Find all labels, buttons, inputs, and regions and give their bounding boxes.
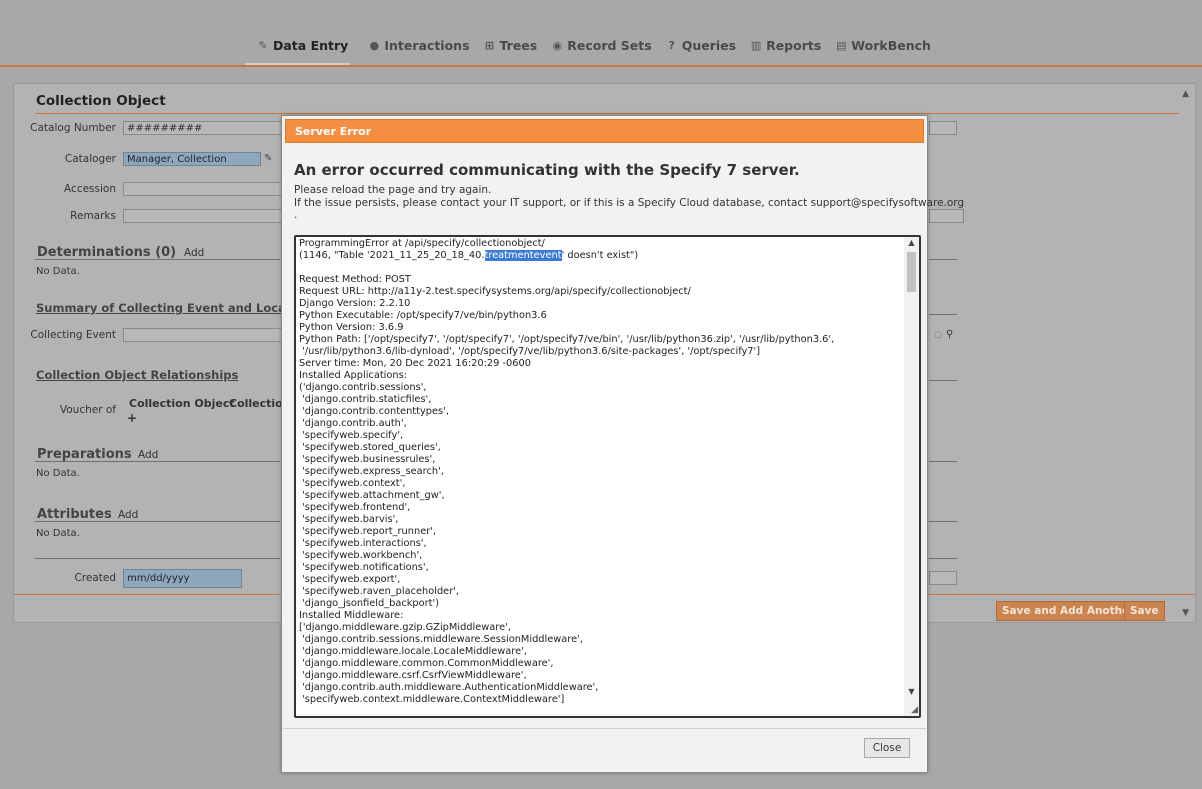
tab-label: Queries <box>681 38 737 53</box>
form-title: Collection Object <box>36 93 166 109</box>
determinations-add-link[interactable]: Add <box>184 247 204 259</box>
remarks-right-field[interactable] <box>929 209 964 223</box>
scrollbar-thumb[interactable] <box>907 252 916 292</box>
voucher-col-collection-object: Collection Object <box>129 397 235 410</box>
close-button[interactable]: Close <box>864 738 910 758</box>
preparations-add-link[interactable]: Add <box>138 449 158 461</box>
created-right-field[interactable] <box>929 571 957 585</box>
save-and-add-another-button[interactable]: Save and Add Another <box>996 601 1141 621</box>
chat-icon: ● <box>369 39 380 52</box>
error-message-line1: Please reload the page and try again. <box>294 184 492 196</box>
scroll-up-arrow-icon[interactable]: ▲ <box>904 238 919 247</box>
attributes-rule <box>35 521 280 522</box>
error-message-line2: If the issue persists, please contact yo… <box>294 197 965 209</box>
book-icon: ▥ <box>750 39 762 52</box>
tab-record-sets[interactable]: ◉ Record Sets <box>544 37 658 54</box>
scroll-down-arrow-icon[interactable]: ▼ <box>904 687 919 696</box>
attributes-add-link[interactable]: Add <box>118 509 138 521</box>
determinations-rule-right <box>929 259 957 260</box>
dialog-title: Server Error <box>285 119 924 143</box>
edit-icon[interactable]: ✎ <box>264 153 272 164</box>
collecting-event-label: Collecting Event <box>30 329 116 341</box>
relationships-rule-right <box>929 380 957 381</box>
summary-heading[interactable]: Summary of Collecting Event and Local <box>36 301 290 315</box>
preparations-no-data: No Data. <box>36 468 80 479</box>
tab-label: Record Sets <box>567 38 652 53</box>
pencil-icon: ✎ <box>258 39 268 52</box>
server-error-dialog: Server Error An error occurred communica… <box>281 115 964 773</box>
voucher-label: Voucher of <box>59 404 116 416</box>
scroll-up-icon[interactable]: ▲ <box>1182 89 1189 99</box>
attributes-rule-right <box>929 521 957 522</box>
preparations-rule-right <box>929 461 957 462</box>
attributes-heading: Attributes <box>37 507 112 522</box>
tab-label: WorkBench <box>851 38 931 53</box>
tab-trees[interactable]: ⊞ Trees <box>477 37 545 54</box>
voucher-add-icon[interactable]: + <box>127 411 137 425</box>
tab-label: Trees <box>499 38 538 53</box>
error-message-line3: . <box>294 209 298 221</box>
tab-data-entry[interactable]: ✎ Data Entry <box>250 37 355 54</box>
search-icon[interactable]: ⚲ <box>946 329 953 340</box>
attributes-bottom-rule <box>35 558 280 559</box>
relationships-heading[interactable]: Collection Object Relationships <box>36 368 238 382</box>
save-button[interactable]: Save <box>1124 601 1165 621</box>
error-details-textarea[interactable]: ProgrammingError at /api/specify/collect… <box>294 235 921 718</box>
determinations-no-data: No Data. <box>36 266 80 277</box>
tab-queries[interactable]: ? Queries <box>659 37 743 54</box>
accession-label: Accession <box>64 183 116 195</box>
workbench-icon: ▤ <box>836 39 847 52</box>
created-date-field[interactable]: mm/dd/yyyy <box>123 569 242 588</box>
resize-handle-icon[interactable]: ◢ <box>911 705 918 715</box>
tab-workbench[interactable]: ▤ WorkBench <box>828 37 938 54</box>
remarks-label: Remarks <box>70 210 116 222</box>
top-navigation: ✎ Data Entry ● Interactions ⊞ Trees ◉ Re… <box>0 0 1202 68</box>
catalog-number-label: Catalog Number <box>30 122 116 134</box>
nav-tabs: ✎ Data Entry ● Interactions ⊞ Trees ◉ Re… <box>250 37 938 54</box>
created-label: Created <box>74 572 116 584</box>
nav-divider <box>0 65 1202 67</box>
title-divider <box>35 113 1179 114</box>
error-details-text: ProgrammingError at /api/specify/collect… <box>299 238 899 706</box>
dialog-footer-divider <box>283 728 926 729</box>
collecting-event-field[interactable] <box>123 328 283 342</box>
determinations-heading: Determinations (0) <box>37 245 177 260</box>
attributes-bottom-rule-right <box>929 558 957 559</box>
scroll-down-icon[interactable]: ▼ <box>1182 608 1189 618</box>
remarks-field[interactable] <box>123 209 283 223</box>
preparations-heading: Preparations <box>37 447 132 462</box>
view-icon[interactable]: ◌ <box>934 330 942 340</box>
selected-text: treatmentevent <box>484 250 562 261</box>
error-scrollbar[interactable]: ▲ ▼ ◢ <box>904 237 919 716</box>
question-icon: ? <box>668 39 675 52</box>
error-text-after: ' doesn't exist") Request Method: POST R… <box>299 250 835 705</box>
tab-label: Reports <box>766 38 822 53</box>
catalog-number-field[interactable]: ######### <box>123 121 283 135</box>
tab-reports[interactable]: ▥ Reports <box>743 37 828 54</box>
accession-field[interactable] <box>123 182 283 196</box>
catalog-right-field[interactable] <box>929 121 957 135</box>
tab-interactions[interactable]: ● Interactions <box>361 37 476 54</box>
tab-label: Interactions <box>384 38 470 53</box>
preparations-rule <box>35 461 280 462</box>
error-heading: An error occurred communicating with the… <box>294 161 800 179</box>
tree-icon: ⊞ <box>484 39 495 52</box>
tab-label: Data Entry <box>273 38 349 53</box>
disc-icon: ◉ <box>552 39 563 52</box>
summary-rule-right <box>929 314 957 315</box>
cataloger-field[interactable]: Manager, Collection <box>123 152 261 166</box>
determinations-rule <box>35 259 280 260</box>
attributes-no-data: No Data. <box>36 528 80 539</box>
cataloger-label: Cataloger <box>64 153 116 165</box>
